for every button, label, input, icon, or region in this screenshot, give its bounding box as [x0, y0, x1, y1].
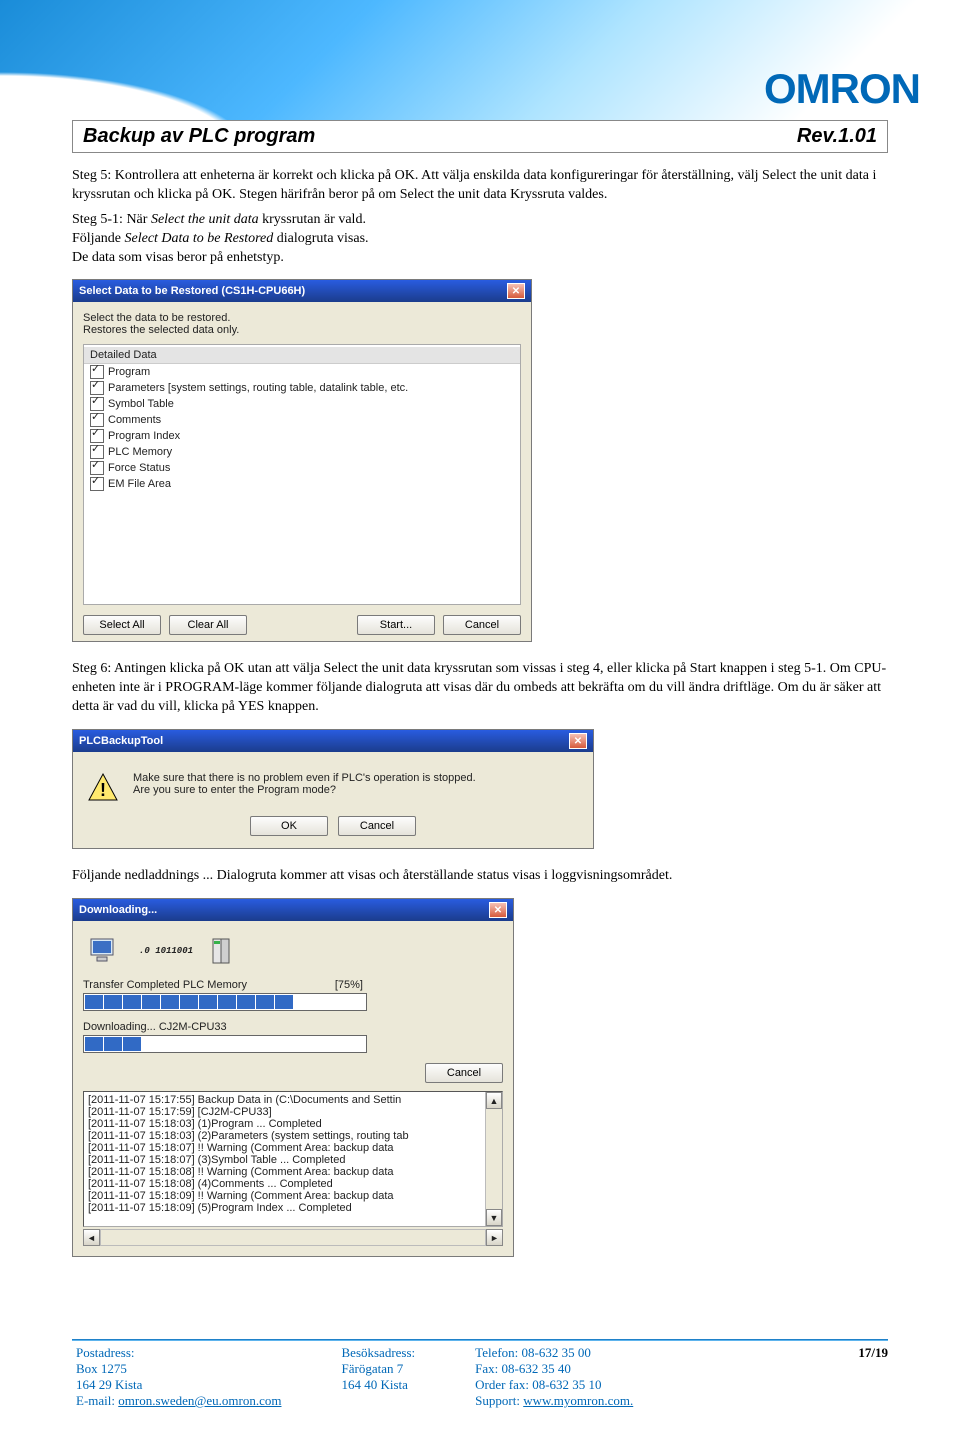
footer-fax: Fax: 08-632 35 40 [475, 1361, 633, 1377]
paragraph-download-note: Följande nedladdnings ... Dialogruta kom… [72, 867, 888, 886]
footer-email-row: E-mail: omron.sweden@eu.omron.com [76, 1393, 282, 1409]
checkbox-icon[interactable] [90, 429, 104, 443]
footer-street: Färögatan 7 [342, 1361, 416, 1377]
checkbox-icon[interactable] [90, 445, 104, 459]
progress-bar-1 [83, 993, 367, 1011]
computer-icon [89, 937, 121, 965]
confirm-message: Make sure that there is no problem even … [133, 772, 476, 796]
dialog-desc: Select the data to be restored. Restores… [83, 312, 521, 336]
checklist-header: Detailed Data [84, 347, 520, 364]
footer-box: Box 1275 [76, 1361, 282, 1377]
start-button[interactable]: Start... [357, 615, 435, 635]
clear-all-button[interactable]: Clear All [169, 615, 247, 635]
checkbox-icon[interactable] [90, 365, 104, 379]
footer-orderfax: Order fax: 08-632 35 10 [475, 1377, 633, 1393]
progress-pct-1: [75%] [335, 979, 363, 991]
scrollbar[interactable]: ▲ ▼ [485, 1092, 502, 1226]
dialog-titlebar: Downloading... ✕ [73, 899, 513, 921]
checklist-item[interactable]: Force Status [84, 460, 520, 476]
checkbox-icon[interactable] [90, 413, 104, 427]
footer-zip1: 164 29 Kista [76, 1377, 282, 1393]
footer-zip2: 164 40 Kista [342, 1377, 416, 1393]
scroll-right-icon[interactable]: ► [486, 1229, 503, 1246]
checklist-item[interactable]: Parameters [system settings, routing tab… [84, 380, 520, 396]
scroll-up-icon[interactable]: ▲ [486, 1092, 502, 1109]
paragraph-step6: Steg 6: Antingen klicka på OK utan att v… [72, 660, 888, 717]
checklist-item[interactable]: EM File Area [84, 476, 520, 492]
plc-icon [211, 937, 235, 965]
progress-label-2: Downloading... CJ2M-CPU33 [83, 1021, 227, 1033]
ok-button[interactable]: OK [250, 816, 328, 836]
dialog-title-text: PLCBackupTool [79, 735, 163, 747]
document-title-bar: Backup av PLC program Rev.1.01 [72, 120, 888, 153]
title-left: Backup av PLC program [83, 125, 315, 148]
dialog-titlebar: Select Data to be Restored (CS1H-CPU66H)… [73, 280, 531, 302]
scroll-down-icon[interactable]: ▼ [486, 1209, 502, 1226]
warning-icon: ! [87, 772, 119, 804]
footer-support-link[interactable]: www.myomron.com. [523, 1393, 633, 1408]
close-icon[interactable]: ✕ [569, 733, 587, 749]
cancel-button[interactable]: Cancel [443, 615, 521, 635]
footer-telefon: Telefon: 08-632 35 00 [475, 1345, 633, 1361]
footer-divider [72, 1339, 888, 1341]
checklist-item[interactable]: Program Index [84, 428, 520, 444]
progress-label-1: Transfer Completed PLC Memory [83, 979, 247, 991]
dialog-titlebar: PLCBackupTool ✕ [73, 730, 593, 752]
checkbox-icon[interactable] [90, 461, 104, 475]
binary-label: .0 1011001 [139, 946, 193, 956]
brand-logo: OMRON [764, 65, 920, 113]
select-all-button[interactable]: Select All [83, 615, 161, 635]
dialog-downloading: Downloading... ✕ .0 1011001 Transfer Com… [72, 898, 514, 1257]
checklist-box: Detailed Data Program Parameters [system… [83, 344, 521, 605]
checkbox-icon[interactable] [90, 397, 104, 411]
svg-text:!: ! [100, 780, 106, 800]
checklist-item[interactable]: PLC Memory [84, 444, 520, 460]
paragraph-step5: Steg 5: Kontrollera att enheterna är kor… [72, 167, 888, 205]
cancel-button[interactable]: Cancel [425, 1063, 503, 1083]
checkbox-icon[interactable] [90, 381, 104, 395]
cancel-button[interactable]: Cancel [338, 816, 416, 836]
dialog-confirm: PLCBackupTool ✕ ! Make sure that there i… [72, 729, 594, 849]
progress-bar-2 [83, 1035, 367, 1053]
paragraph-step5-1a: Steg 5-1: När Select the unit data kryss… [72, 211, 888, 268]
dialog-title-text: Downloading... [79, 904, 157, 916]
page-number: 17/19 [858, 1345, 888, 1361]
close-icon[interactable]: ✕ [507, 283, 525, 299]
footer-besok-label: Besöksadress: [342, 1345, 416, 1361]
scroll-left-icon[interactable]: ◄ [83, 1229, 100, 1246]
checklist-item[interactable]: Comments [84, 412, 520, 428]
title-right: Rev.1.01 [797, 125, 877, 148]
footer: Postadress: Box 1275 164 29 Kista E-mail… [72, 1345, 888, 1409]
close-icon[interactable]: ✕ [489, 902, 507, 918]
footer-postadress-label: Postadress: [76, 1345, 282, 1361]
log-area: [2011-11-07 15:17:55] Backup Data in (C:… [83, 1091, 503, 1227]
checklist-item[interactable]: Program [84, 364, 520, 380]
dialog-title-text: Select Data to be Restored (CS1H-CPU66H) [79, 285, 305, 297]
checkbox-icon[interactable] [90, 477, 104, 491]
footer-support-row: Support: www.myomron.com. [475, 1393, 633, 1409]
dialog-select-restore: Select Data to be Restored (CS1H-CPU66H)… [72, 279, 532, 642]
checklist-item[interactable]: Symbol Table [84, 396, 520, 412]
footer-email-link[interactable]: omron.sweden@eu.omron.com [118, 1393, 281, 1408]
